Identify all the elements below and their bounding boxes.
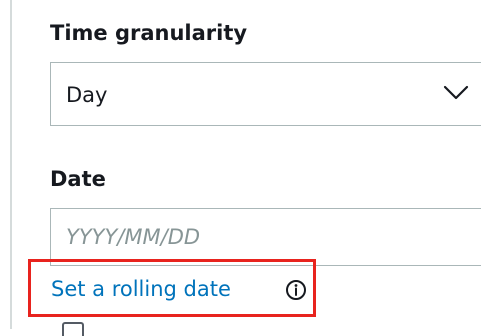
panel-divider [10, 0, 12, 329]
date-input[interactable] [50, 208, 481, 266]
rolling-date-highlight: Set a rolling date [28, 259, 316, 317]
time-granularity-label: Time granularity [50, 21, 248, 45]
date-label: Date [50, 167, 106, 191]
time-granularity-selected-value: Day [66, 83, 108, 107]
checkbox-label-cutoff [96, 320, 356, 329]
info-icon[interactable] [285, 279, 307, 301]
time-granularity-select[interactable]: Day [50, 62, 481, 126]
set-rolling-date-link[interactable]: Set a rolling date [51, 276, 231, 302]
checkbox-icon[interactable] [62, 322, 84, 336]
chevron-down-icon [443, 85, 469, 100]
